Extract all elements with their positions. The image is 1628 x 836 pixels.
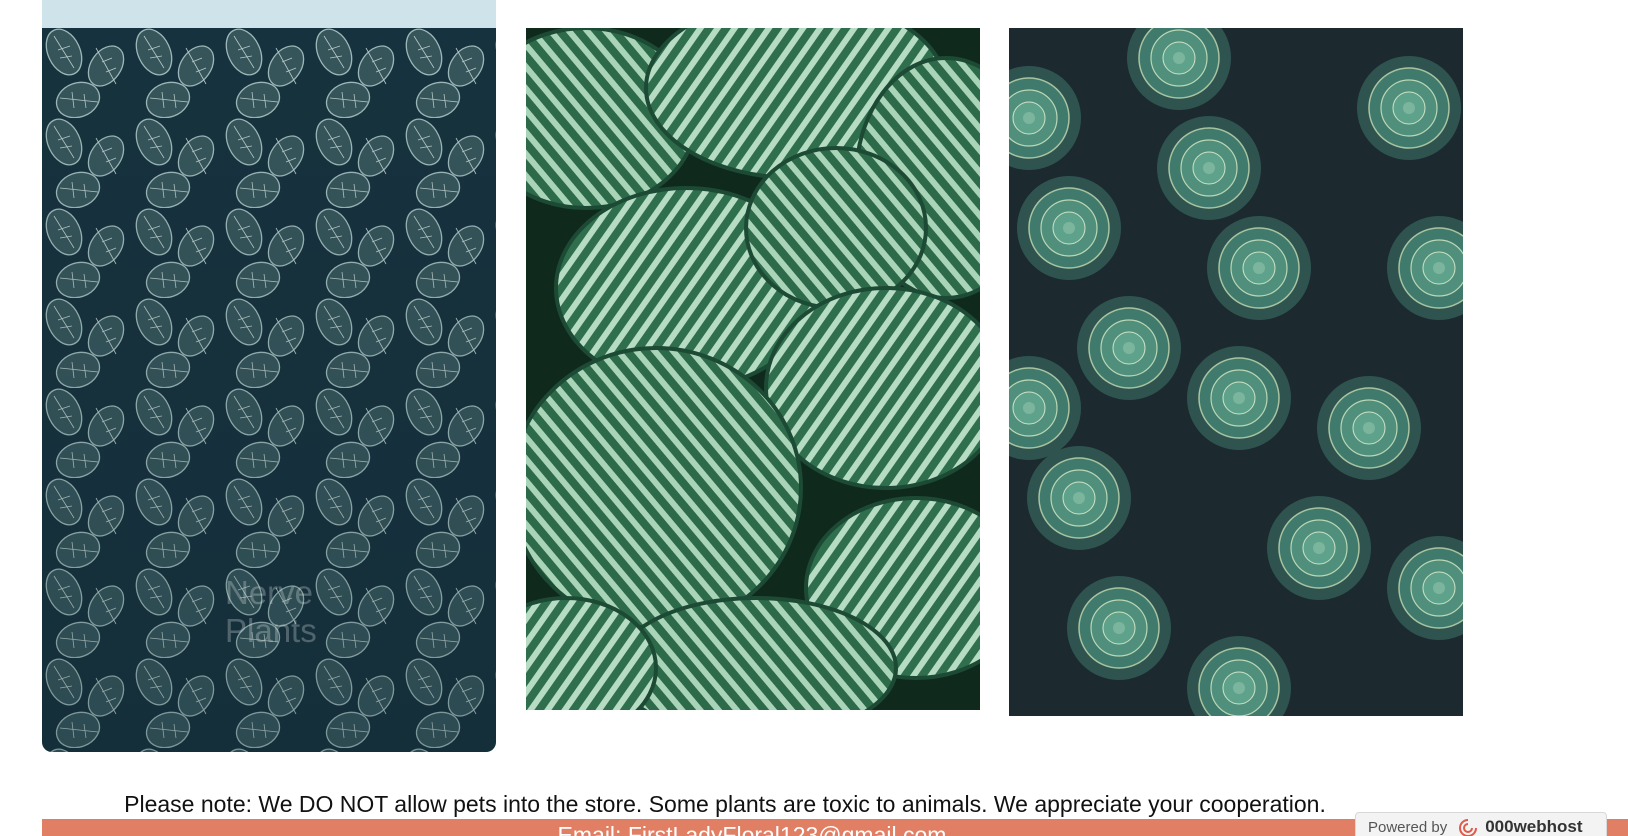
card-caption: Nerve Plants — [225, 574, 317, 650]
footer-email[interactable]: Email: FirstLadyFloral123@gmail.com — [42, 821, 1462, 836]
webhost-brand: 000webhost — [1485, 817, 1583, 836]
calathea-photo — [526, 28, 980, 710]
nerve-plants-card[interactable]: Nerve Plants — [42, 28, 496, 752]
succulents-card[interactable] — [1009, 28, 1463, 716]
pet-policy-notice: Please note: We DO NOT allow pets into t… — [124, 791, 1326, 817]
card-header-strip — [42, 0, 496, 28]
page: Nerve Plants Please note: We DO NOT allo… — [0, 0, 1628, 836]
webhost-logo-icon — [1457, 817, 1479, 836]
succulents-photo — [1009, 28, 1463, 716]
calathea-card[interactable] — [526, 28, 980, 710]
caption-line-1: Nerve — [225, 574, 314, 611]
caption-line-2: Plants — [225, 612, 317, 649]
hosting-badge[interactable]: Powered by 000webhost — [1355, 812, 1607, 836]
powered-by-label: Powered by — [1368, 818, 1448, 836]
